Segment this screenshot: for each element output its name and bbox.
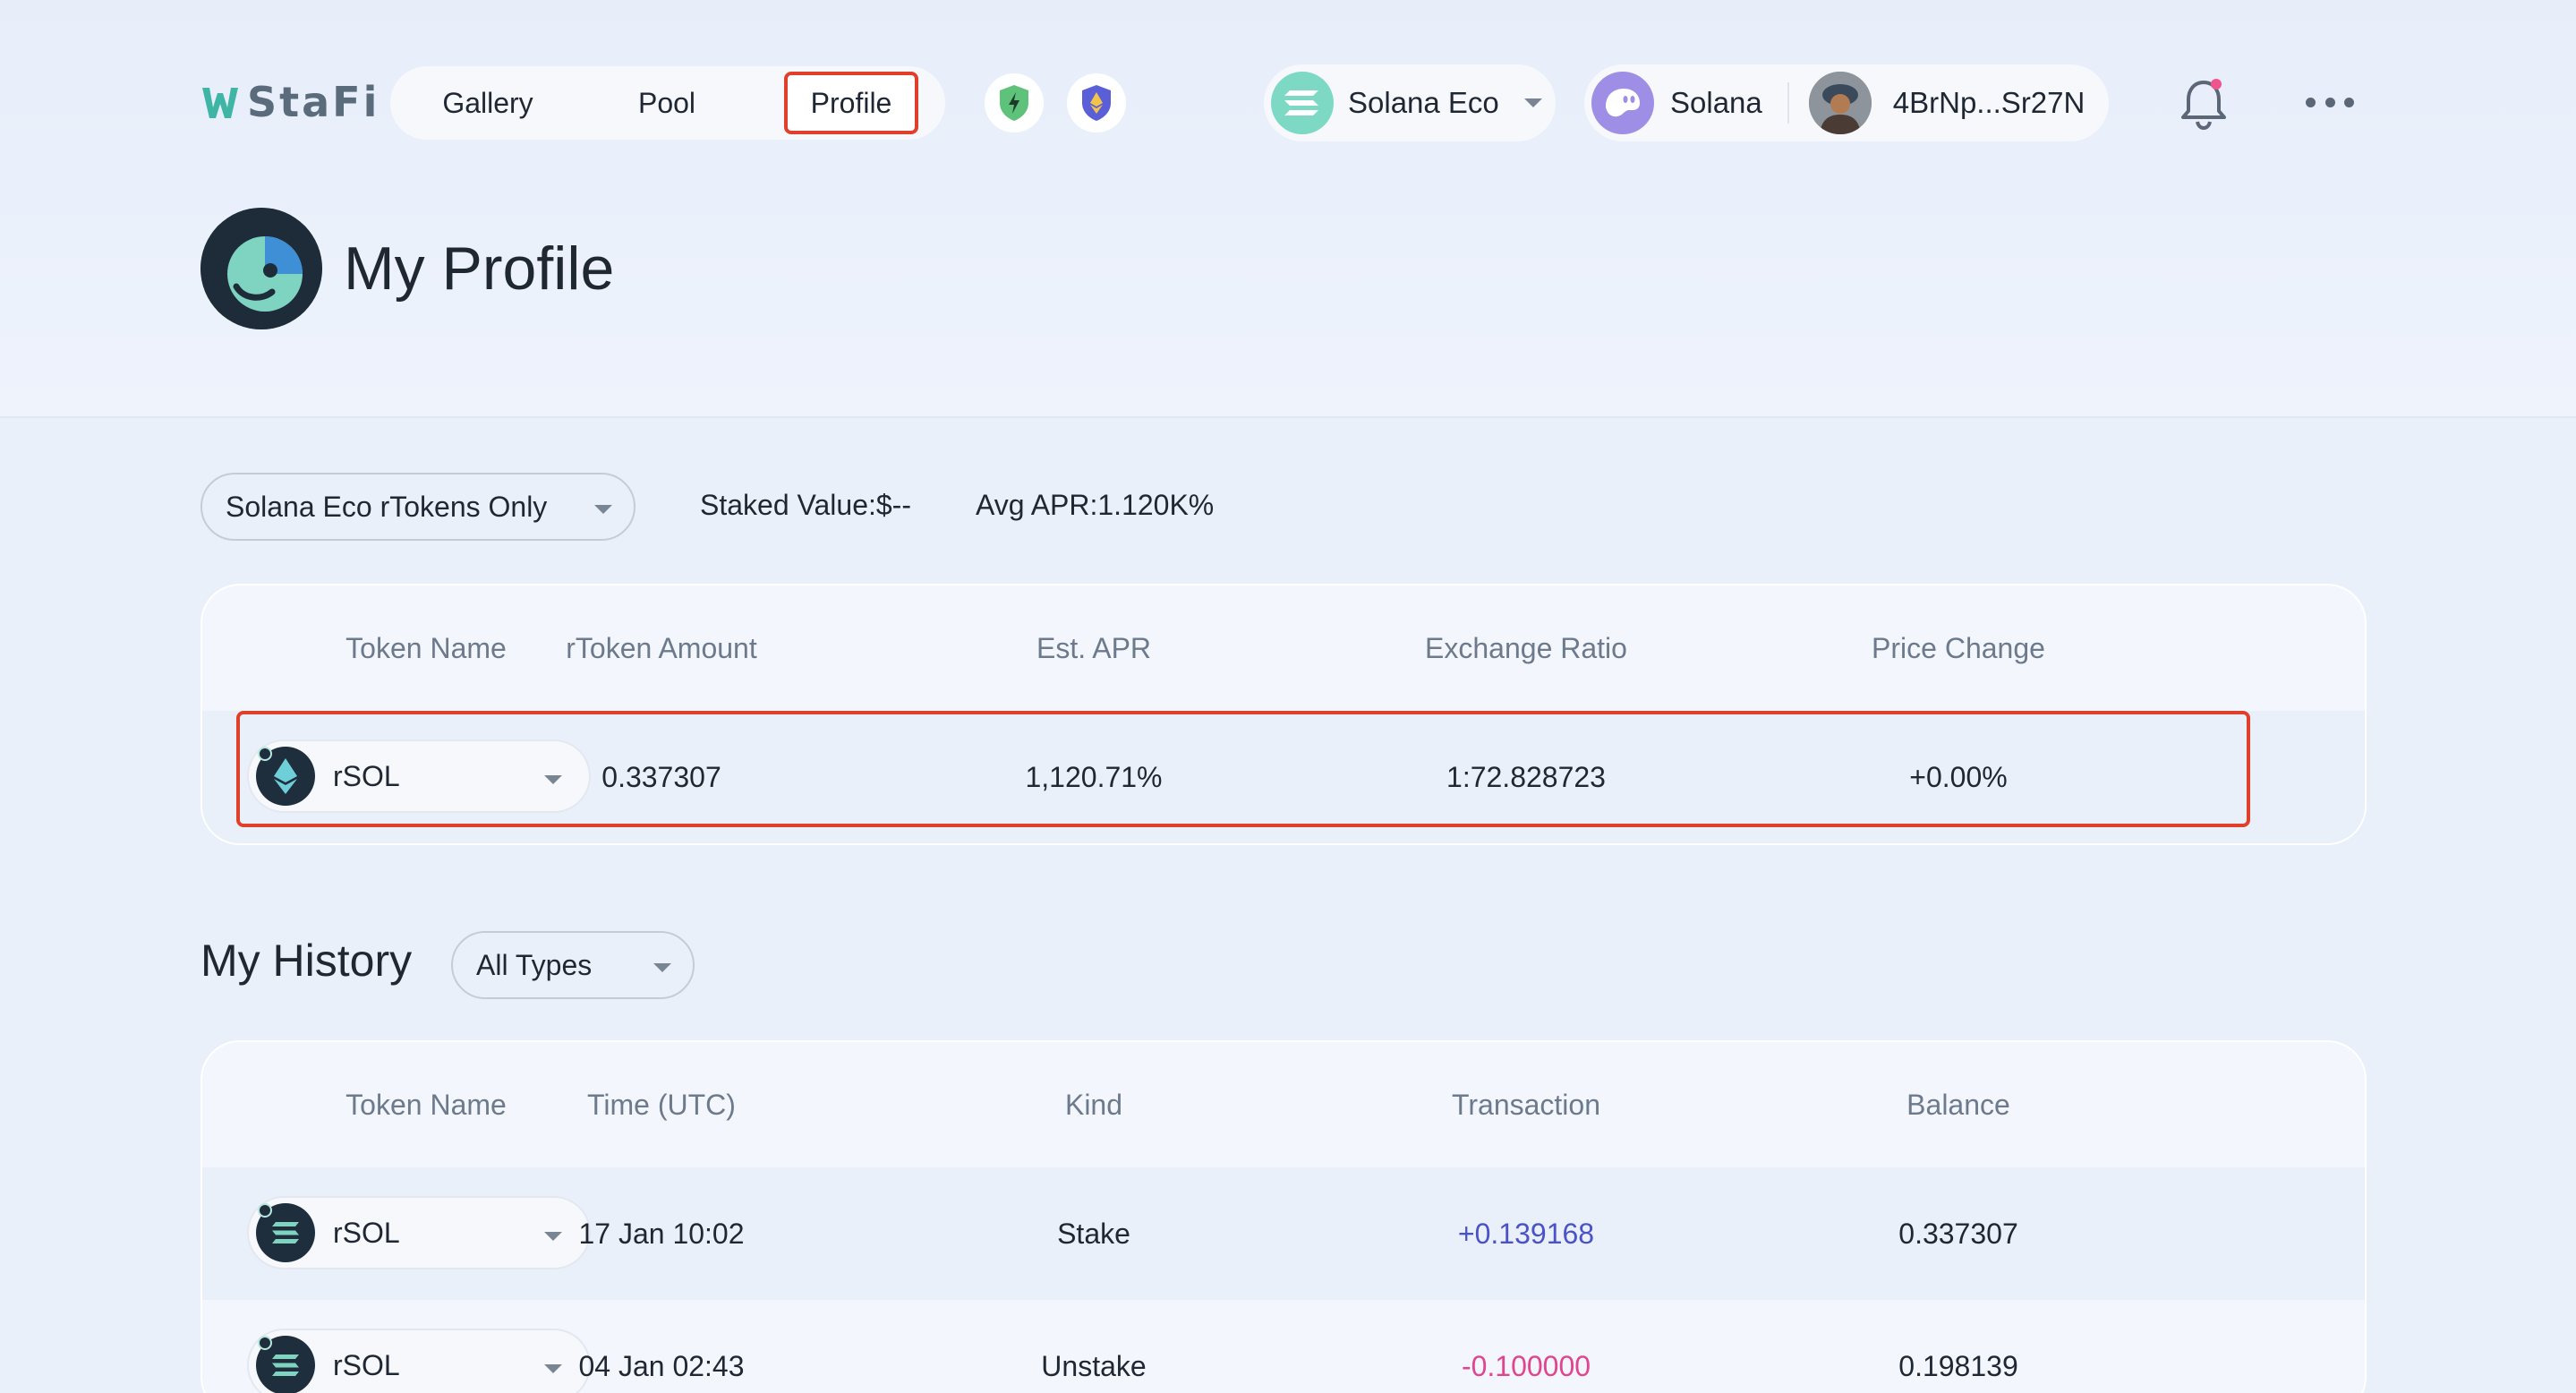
- history-type-value: All Types: [476, 948, 593, 981]
- nav-profile[interactable]: Profile: [784, 72, 918, 134]
- more-dot-icon: [2344, 97, 2354, 107]
- wallet-separator: [1787, 82, 1789, 124]
- column-header: Est. APR: [1036, 632, 1152, 664]
- more-menu-button[interactable]: [2306, 86, 2354, 118]
- phantom-wallet-icon: [1591, 72, 1654, 134]
- more-dot-icon: [2324, 97, 2335, 107]
- more-dot-icon: [2306, 97, 2316, 107]
- notification-button[interactable]: [2177, 75, 2231, 132]
- table-row: rSOL 04 Jan 02:43 Unstake -0.100000 0.19…: [202, 1300, 2365, 1393]
- green-shield-icon: [1000, 85, 1028, 121]
- section-divider: [0, 416, 2576, 418]
- rsol-token-icon: [256, 747, 315, 806]
- user-avatar: [1808, 72, 1872, 134]
- column-header: Transaction: [1452, 1089, 1600, 1121]
- est-apr: 1,120.71%: [1025, 761, 1163, 793]
- table-row: rSOL 0.337307 1,120.71% 1:72.828723 +0.0…: [202, 711, 2365, 843]
- chevron-down-icon: [653, 963, 671, 972]
- ecosystem-label: Solana Eco: [1348, 86, 1499, 119]
- stafi-logo-icon: [200, 82, 240, 122]
- profile-avatar-icon: [200, 208, 322, 329]
- chevron-down-icon: [1523, 98, 1542, 107]
- history-kind: Stake: [1057, 1218, 1130, 1250]
- chevron-down-icon: [594, 505, 612, 514]
- average-apr: Avg APR:1.120K%: [976, 489, 1215, 521]
- column-header: Time (UTC): [587, 1089, 736, 1121]
- rsol-token-icon: [256, 1336, 315, 1393]
- network-label: Solana: [1670, 86, 1762, 119]
- green-shield-button[interactable]: [985, 73, 1044, 132]
- header-band: [0, 0, 2576, 416]
- history-type-select[interactable]: All Types: [451, 931, 695, 999]
- ecosystem-selector[interactable]: Solana Eco: [1264, 64, 1556, 141]
- rtoken-table: Token Name rToken Amount Est. APR Exchan…: [200, 584, 2367, 845]
- history-table: Token Name Time (UTC) Kind Transaction B…: [200, 1040, 2367, 1393]
- history-time: 17 Jan 10:02: [578, 1218, 745, 1250]
- history-time: 04 Jan 02:43: [578, 1350, 745, 1382]
- history-title: My History: [200, 936, 413, 986]
- history-kind: Unstake: [1041, 1350, 1147, 1382]
- column-header: Balance: [1906, 1089, 2010, 1121]
- rsol-token-icon: [256, 1203, 315, 1262]
- token-name: rSOL: [333, 1348, 400, 1381]
- token-name: rSOL: [333, 1216, 400, 1249]
- wallet-address: 4BrNp...Sr27N: [1892, 86, 2086, 119]
- price-change: +0.00%: [1909, 761, 2008, 793]
- eth-shield-icon: [1082, 85, 1111, 121]
- rtoken-amount: 0.337307: [601, 761, 721, 793]
- stafi-logo[interactable]: StaFi: [200, 78, 380, 126]
- nav-pool[interactable]: Pool: [591, 66, 743, 140]
- wallet-connector[interactable]: Solana 4BrNp...Sr27N: [1584, 64, 2109, 141]
- history-transaction: +0.139168: [1457, 1218, 1595, 1250]
- rtoken-filter-value: Solana Eco rTokens Only: [226, 490, 548, 523]
- column-header: Exchange Ratio: [1425, 632, 1627, 664]
- bell-icon: [2181, 79, 2226, 131]
- history-transaction: -0.100000: [1461, 1350, 1591, 1382]
- history-balance: 0.337307: [1898, 1218, 2018, 1250]
- page-title: My Profile: [344, 235, 615, 303]
- blue-shield-button[interactable]: [1067, 73, 1126, 132]
- column-header: Kind: [1064, 1089, 1123, 1121]
- table-row: rSOL 17 Jan 10:02 Stake +0.139168 0.3373…: [202, 1167, 2365, 1300]
- logo-text: StaFi: [247, 78, 380, 126]
- token-name: rSOL: [333, 759, 400, 792]
- column-header: Price Change: [1872, 632, 2045, 664]
- history-balance: 0.198139: [1898, 1350, 2018, 1382]
- nav-gallery[interactable]: Gallery: [412, 66, 564, 140]
- solana-eco-icon: [1271, 72, 1334, 134]
- column-header: rToken Amount: [566, 632, 757, 664]
- rtoken-filter-select[interactable]: Solana Eco rTokens Only: [200, 473, 635, 541]
- exchange-ratio: 1:72.828723: [1446, 761, 1606, 793]
- staked-value: Staked Value:$--: [700, 489, 911, 521]
